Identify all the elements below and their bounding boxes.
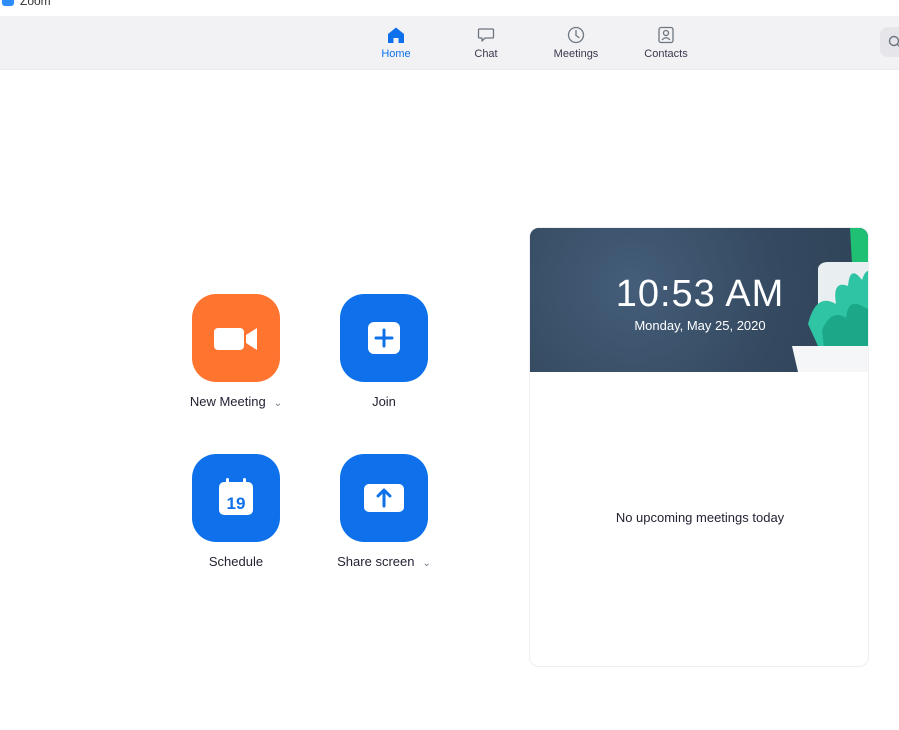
schedule-label[interactable]: Schedule <box>161 554 311 570</box>
calendar-day: 19 <box>227 494 246 513</box>
share-screen-chevron-icon[interactable]: ⌄ <box>422 558 430 569</box>
tab-meetings[interactable]: Meetings <box>541 16 611 70</box>
current-date: Monday, May 25, 2020 <box>634 318 766 333</box>
schedule-button[interactable]: 19 <box>192 454 280 542</box>
current-time: 10:53 AM <box>615 273 785 315</box>
share-screen-label: Share screen <box>337 554 415 569</box>
share-screen-caption[interactable]: Share screen ⌄ <box>309 554 459 572</box>
video-camera-icon <box>214 328 257 350</box>
tab-home-label: Home <box>381 48 411 60</box>
share-screen-action: Share screen ⌄ <box>309 454 459 584</box>
join-button[interactable] <box>340 294 428 382</box>
plus-icon <box>368 322 400 354</box>
new-meeting-action: New Meeting ⌄ <box>161 294 311 424</box>
share-screen-button[interactable] <box>340 454 428 542</box>
tab-chat-label: Chat <box>474 48 498 60</box>
zoom-logo-icon <box>2 0 14 6</box>
tab-home[interactable]: Home <box>361 16 431 70</box>
clock-header: 10:53 AM Monday, May 25, 2020 <box>530 228 868 372</box>
new-meeting-caption[interactable]: New Meeting ⌄ <box>161 394 311 412</box>
home-icon <box>388 27 404 43</box>
calendar-icon: 19 <box>219 478 253 515</box>
chat-icon <box>477 28 495 42</box>
upcoming-meetings-card: 10:53 AM Monday, May 25, 2020 No upcomin… <box>529 227 869 667</box>
new-meeting-chevron-icon[interactable]: ⌄ <box>274 398 282 409</box>
new-meeting-button[interactable] <box>192 294 280 382</box>
tab-meetings-label: Meetings <box>553 48 599 60</box>
join-label[interactable]: Join <box>309 394 459 410</box>
clock-icon <box>567 26 585 44</box>
search-button[interactable] <box>880 27 899 57</box>
new-meeting-label: New Meeting <box>189 394 266 409</box>
join-action: Join <box>309 294 459 424</box>
window-title: Zoom <box>20 0 51 8</box>
contacts-icon <box>658 26 674 44</box>
tab-chat[interactable]: Chat <box>451 16 521 70</box>
title-bar: Zoom <box>0 0 899 16</box>
tab-contacts-label: Contacts <box>644 48 688 60</box>
upload-arrow-icon <box>364 484 404 512</box>
no-meetings-message: No upcoming meetings today <box>615 510 785 525</box>
schedule-action: 19 Schedule <box>161 454 311 584</box>
top-nav-bar: Home Chat Meetings Contacts <box>0 16 899 70</box>
tab-contacts[interactable]: Contacts <box>631 16 701 70</box>
search-icon <box>888 35 899 47</box>
